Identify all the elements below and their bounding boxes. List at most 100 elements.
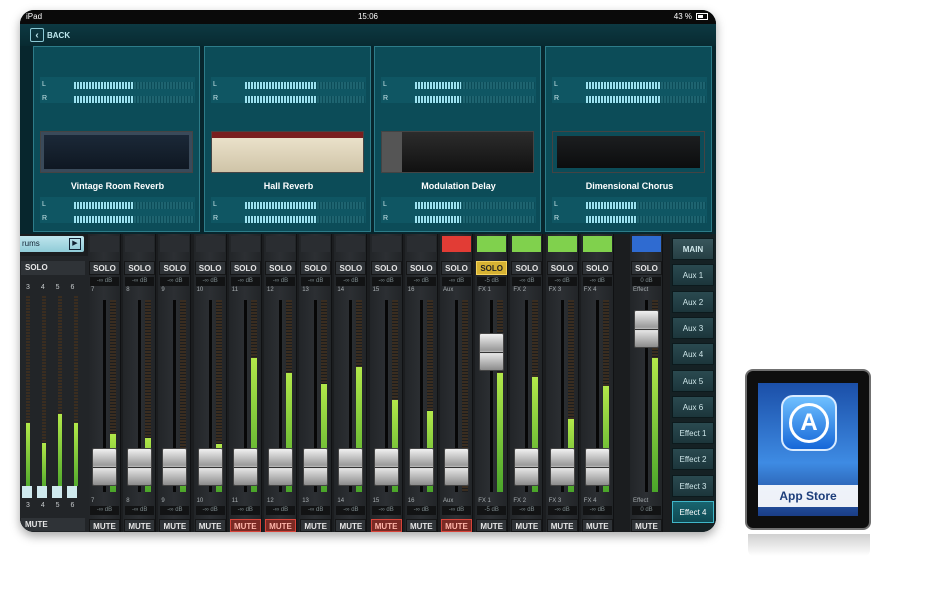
solo-button[interactable]: SOLO xyxy=(581,261,613,275)
solo-button[interactable]: SOLO xyxy=(370,261,402,275)
bus-button[interactable]: Aux 5 xyxy=(672,369,714,392)
mute-button[interactable]: MUTE xyxy=(405,519,437,532)
solo-button[interactable]: SOLO xyxy=(21,261,85,275)
mute-button[interactable]: MUTE xyxy=(265,519,296,532)
fader-knob[interactable] xyxy=(338,448,364,487)
mute-button[interactable]: MUTE xyxy=(124,519,156,532)
meter-bar xyxy=(74,202,194,209)
bus-button[interactable]: Effect 2 xyxy=(672,448,714,471)
channel-color-tab[interactable] xyxy=(160,236,190,252)
channel-color-tab[interactable] xyxy=(336,236,366,252)
mute-button[interactable]: MUTE xyxy=(441,519,472,532)
solo-button[interactable]: SOLO xyxy=(124,261,156,275)
effect-panel[interactable]: L R L R Hall Reverb xyxy=(204,46,371,232)
mute-button[interactable]: MUTE xyxy=(631,519,662,532)
fader-knobs[interactable] xyxy=(22,486,82,498)
solo-button[interactable]: SOLO xyxy=(511,261,543,275)
channel-color-tab[interactable] xyxy=(195,236,225,252)
fader-knob[interactable] xyxy=(479,332,505,371)
play-icon[interactable]: ▶ xyxy=(69,238,81,250)
effect-device-image[interactable] xyxy=(40,131,193,173)
channel-color-tab[interactable] xyxy=(125,236,155,252)
mute-button[interactable]: MUTE xyxy=(546,519,578,532)
channel-color-tab[interactable] xyxy=(477,236,507,252)
back-button[interactable]: ‹ BACK xyxy=(30,27,70,43)
bus-button[interactable]: MAIN xyxy=(672,238,714,260)
solo-button[interactable]: SOLO xyxy=(159,261,191,275)
gain-readout-bottom: -∞ dB xyxy=(266,506,295,515)
solo-button[interactable]: SOLO xyxy=(265,261,296,275)
meter-channel-label: R xyxy=(554,215,560,222)
effect-device-image[interactable] xyxy=(552,131,705,173)
bus-button[interactable]: Aux 1 xyxy=(672,264,714,287)
mixer: SOLO 3 4 5 6 3 4 5 6 MUTE rums ▶ SOLO -∞ … xyxy=(20,234,716,532)
bus-button[interactable]: Effect 3 xyxy=(672,474,714,497)
mute-button[interactable]: MUTE xyxy=(229,519,261,532)
meter-bar xyxy=(245,216,365,223)
fader-knob[interactable] xyxy=(584,448,610,487)
mute-button[interactable]: MUTE xyxy=(476,519,508,532)
fader-knob[interactable] xyxy=(268,448,293,487)
effect-panel[interactable]: L R L R Modulation Delay xyxy=(374,46,541,232)
mute-button[interactable]: MUTE xyxy=(159,519,191,532)
fader-track[interactable] xyxy=(490,300,494,492)
channel-color-tab[interactable] xyxy=(632,236,661,252)
solo-button[interactable]: SOLO xyxy=(441,261,472,275)
mute-button[interactable]: MUTE xyxy=(581,519,613,532)
channel-color-tab[interactable] xyxy=(582,236,612,252)
effect-device-image[interactable] xyxy=(211,131,364,173)
channel-color-tab[interactable] xyxy=(371,236,401,252)
gain-readout-bottom: 0 dB xyxy=(632,506,661,515)
channel-color-tab[interactable] xyxy=(406,236,436,252)
channel-color-tab[interactable] xyxy=(512,236,542,252)
channel-color-tab[interactable] xyxy=(547,236,577,252)
mute-button[interactable]: MUTE xyxy=(194,519,226,532)
solo-button[interactable]: SOLO xyxy=(300,261,332,275)
fader-knob[interactable] xyxy=(303,448,329,487)
fader-knob[interactable] xyxy=(232,448,258,487)
solo-button[interactable]: SOLO xyxy=(476,261,508,275)
channel-color-tab[interactable] xyxy=(442,236,471,252)
mute-button[interactable]: MUTE xyxy=(21,518,85,531)
solo-button[interactable]: SOLO xyxy=(546,261,578,275)
mute-button[interactable]: MUTE xyxy=(300,519,332,532)
solo-button[interactable]: SOLO xyxy=(631,261,662,275)
solo-button[interactable]: SOLO xyxy=(229,261,261,275)
channel-strip: SOLO -∞ dB FX 2 FX 2 -∞ dB MUTE xyxy=(510,234,544,532)
mute-button[interactable]: MUTE xyxy=(335,519,367,532)
fader-knob[interactable] xyxy=(549,448,575,487)
fader-knob[interactable] xyxy=(444,448,469,487)
bus-button[interactable]: Aux 4 xyxy=(672,343,714,366)
solo-button[interactable]: SOLO xyxy=(194,261,226,275)
fader-knob[interactable] xyxy=(634,309,659,348)
fader-knob[interactable] xyxy=(162,448,188,487)
solo-button[interactable]: SOLO xyxy=(335,261,367,275)
level-meter: L xyxy=(213,201,365,211)
fader-knob[interactable] xyxy=(127,448,153,487)
bus-button[interactable]: Effect 1 xyxy=(672,422,714,445)
fader-knob[interactable] xyxy=(514,448,540,487)
bus-button[interactable]: Aux 2 xyxy=(672,290,714,313)
fader-knob[interactable] xyxy=(197,448,223,487)
bus-button[interactable]: Effect 4 xyxy=(672,501,714,523)
level-meter xyxy=(497,300,504,492)
fader-knob[interactable] xyxy=(373,448,399,487)
bus-button[interactable]: Aux 6 xyxy=(672,395,714,418)
app-store-ipad[interactable]: A App Store xyxy=(745,369,871,530)
channel-color-tab[interactable] xyxy=(301,236,331,252)
channel-color-tab[interactable] xyxy=(90,236,119,252)
bus-button[interactable]: Aux 3 xyxy=(672,316,714,339)
effect-panel[interactable]: L R L R Dimensional Chorus xyxy=(545,46,712,232)
mute-button[interactable]: MUTE xyxy=(370,519,402,532)
solo-button[interactable]: SOLO xyxy=(89,261,120,275)
channel-color-tab[interactable] xyxy=(230,236,260,252)
effect-device-image[interactable] xyxy=(381,131,534,173)
fader-knob[interactable] xyxy=(92,448,117,487)
solo-button[interactable]: SOLO xyxy=(405,261,437,275)
mute-button[interactable]: MUTE xyxy=(511,519,543,532)
layer-select-tab[interactable]: rums ▶ xyxy=(20,236,84,252)
channel-color-tab[interactable] xyxy=(266,236,295,252)
effect-panel[interactable]: L R L R Vintage Room Reverb xyxy=(33,46,200,232)
fader-knob[interactable] xyxy=(408,448,434,487)
mute-button[interactable]: MUTE xyxy=(89,519,120,532)
